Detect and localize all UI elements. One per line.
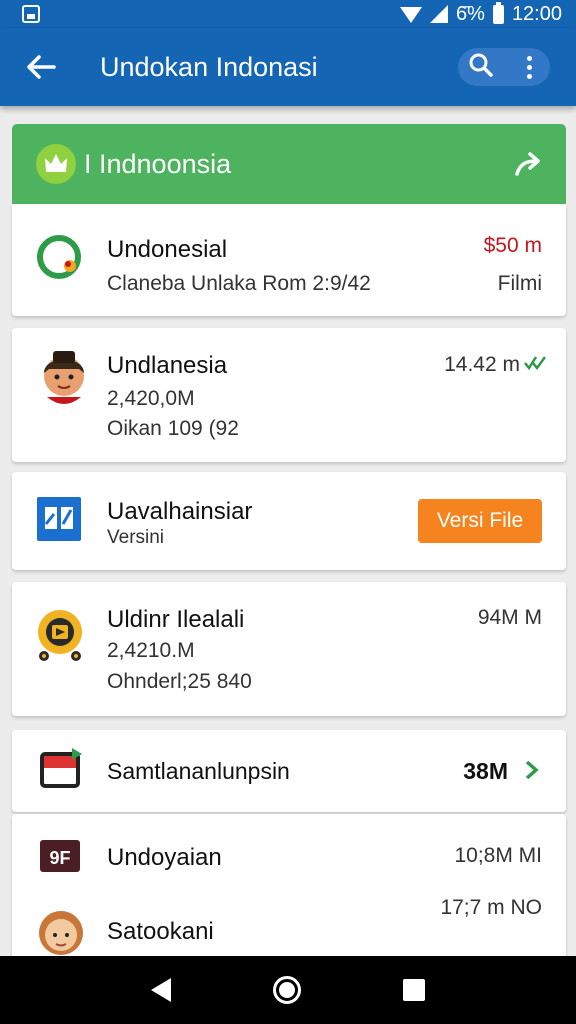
list-item[interactable]: Undonesial Claneba Unlaka Rom 2:9/42 $50… (12, 204, 566, 316)
woman-avatar-icon (36, 908, 86, 956)
item-title: Undonesial (107, 236, 228, 263)
list-group: 9F Undoyaian 10;8M MI Satookani 17;7 m N… (12, 814, 566, 956)
battery-percent: 6̄% (456, 2, 485, 25)
back-arrow-icon[interactable] (16, 42, 66, 92)
item-size: 38M (463, 758, 508, 784)
item-subtitle: Versini (107, 527, 165, 548)
item-size: 17;7 m NO (440, 896, 542, 919)
header-card[interactable]: I Indnoonsia (12, 124, 566, 204)
screen-flag-icon (38, 746, 84, 794)
list-item[interactable]: Samtlananlunpsin 38M (12, 730, 566, 812)
page-title: Undokan Indonasi (100, 51, 318, 82)
person-avatar-icon (38, 350, 90, 404)
navigation-bar (0, 956, 576, 1024)
item-price: $50 m (483, 234, 542, 257)
chevron-right-icon[interactable] (524, 760, 540, 780)
item-subtitle-2: Oikan 109 (92 (107, 417, 239, 440)
sd-card-icon (22, 5, 40, 23)
item-title[interactable]: Undoyaian (107, 844, 222, 872)
list-item[interactable]: Uldinr Ilealali 2,4210.M Ohnderl;25 840 … (12, 582, 566, 716)
app-tile-icon (36, 496, 82, 542)
header-title: I Indnoonsia (84, 148, 232, 179)
more-options-icon[interactable] (522, 55, 536, 79)
signal-icon (430, 5, 449, 23)
versi-file-button[interactable]: Versi File (418, 499, 542, 543)
check-icon (524, 352, 546, 374)
item-size: 10;8M MI (454, 844, 542, 867)
item-size: 14.42 m (444, 353, 520, 376)
crown-logo-icon (36, 144, 76, 184)
item-title: Samtlananlunpsin (107, 758, 290, 784)
item-title: Uavalhainsiar (107, 498, 253, 525)
search-pill (458, 48, 550, 86)
item-subtitle: 2,4210.M (107, 639, 195, 662)
item-title[interactable]: Satookani (107, 918, 214, 946)
location-pin-icon (34, 232, 86, 284)
wifi-icon (400, 7, 423, 23)
item-title: Uldinr Ilealali (107, 606, 245, 633)
film-reel-icon (34, 610, 86, 662)
app-bar: Undokan Indonasi (0, 28, 576, 106)
nav-home-icon[interactable] (273, 976, 301, 1004)
clock: 12:00 (511, 2, 562, 25)
search-icon[interactable] (468, 52, 494, 83)
item-size: 94M M (477, 606, 542, 629)
battery-icon (492, 1, 504, 24)
item-subtitle: 2,420,0M (107, 387, 195, 410)
item-title: Undlanesia (107, 352, 228, 379)
svg-text:9F: 9F (49, 848, 70, 868)
gf-tile-icon: 9F (38, 836, 82, 876)
share-arrow-icon[interactable] (512, 147, 546, 181)
nav-back-icon[interactable] (151, 978, 171, 1002)
item-subtitle: Claneba Unlaka Rom 2:9/42 (107, 272, 371, 295)
item-subtitle-2: Ohnderl;25 840 (107, 670, 252, 693)
nav-recents-icon[interactable] (403, 979, 425, 1001)
list-item[interactable]: Undlanesia 2,420,0M Oikan 109 (92 14.42 … (12, 328, 566, 462)
status-bar: 6̄% 12:00 (0, 0, 576, 28)
list-item[interactable]: Uavalhainsiar Versini Versi File (12, 472, 566, 570)
item-type: Filmi (497, 272, 542, 295)
